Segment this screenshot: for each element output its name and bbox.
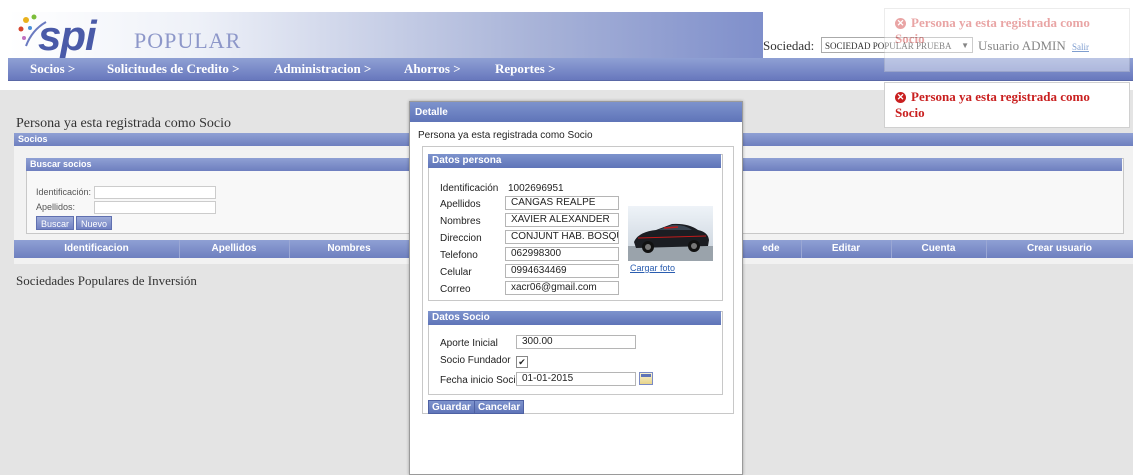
error-toast: ✕ Persona ya esta registrada como Socio [884, 82, 1130, 128]
buscar-button[interactable]: Buscar [36, 216, 75, 230]
column-header[interactable]: Identificacion [14, 240, 180, 258]
logo-spi-text: spi [38, 12, 97, 59]
menu-ahorros[interactable]: Ahorros > [404, 61, 461, 77]
dialog-title[interactable]: Detalle [410, 102, 742, 122]
error-icon: ✕ [895, 92, 906, 103]
identificacion-search-row: Identificación: [36, 186, 216, 199]
footer-text: Sociedades Populares de Inversión [16, 273, 197, 288]
column-header[interactable]: Editar [801, 240, 892, 258]
person-photo [628, 206, 713, 261]
toast-message: Persona ya esta registrada como Socio [895, 89, 1090, 120]
guardar-button[interactable]: Guardar [428, 400, 475, 414]
fecha-inicio-label: Fecha inicio Socio [440, 375, 522, 386]
identificacion-value: 1002696951 [508, 183, 564, 194]
error-toast-faded: ✕ Persona ya esta registrada como Socio [884, 8, 1130, 72]
apellidos-search-input[interactable] [94, 201, 216, 214]
cargar-foto-link[interactable]: Cargar foto [630, 263, 675, 273]
direccion-input[interactable]: CONJUNT HAB. BOSQUE D [505, 230, 619, 244]
celular-input[interactable]: 0994634469 [505, 264, 619, 278]
identificacion-search-input[interactable] [94, 186, 216, 199]
correo-label: Correo [440, 284, 471, 295]
apellidos-input[interactable]: CANGAS REALPE [505, 196, 619, 210]
cancelar-button[interactable]: Cancelar [474, 400, 525, 414]
fecha-inicio-input[interactable]: 01-01-2015 [516, 372, 636, 386]
celular-label: Celular [440, 267, 472, 278]
menu-solicitudes-credito[interactable]: Solicitudes de Credito > [107, 61, 239, 77]
nombres-label: Nombres [440, 216, 481, 227]
apellidos-label: Apellidos [440, 199, 481, 210]
identificacion-search-label: Identificación: [36, 187, 92, 197]
column-header[interactable]: Nombres [289, 240, 410, 258]
menu-administracion[interactable]: Administracion > [274, 61, 371, 77]
socio-fundador-checkbox[interactable]: ✔ [516, 356, 528, 368]
datos-persona-header: Datos persona [428, 154, 721, 168]
app-logo: spi POPULAR [16, 12, 276, 59]
detalle-dialog: Detalle Persona ya esta registrada como … [409, 101, 743, 475]
column-header[interactable]: Crear usuario [986, 240, 1133, 258]
socio-fundador-label: Socio Fundador [440, 355, 511, 366]
aporte-inicial-label: Aporte Inicial [440, 338, 498, 349]
logo-popular-text: POPULAR [134, 28, 242, 53]
page-message: Persona ya esta registrada como Socio [16, 116, 231, 131]
menu-reportes[interactable]: Reportes > [495, 61, 555, 77]
aporte-inicial-input[interactable]: 300.00 [516, 335, 636, 349]
error-icon: ✕ [895, 18, 906, 29]
calendar-icon[interactable] [639, 372, 653, 385]
apellidos-search-row: Apellidos: [36, 201, 216, 214]
telefono-input[interactable]: 062998300 [505, 247, 619, 261]
menu-socios[interactable]: Socios > [30, 61, 75, 77]
correo-input[interactable]: xacr06@gmail.com [505, 281, 619, 295]
identificacion-label: Identificación [440, 183, 499, 194]
sociedad-label: Sociedad: [763, 38, 815, 53]
column-header[interactable]: Apellidos [179, 240, 290, 258]
column-header[interactable]: Cuenta [891, 240, 987, 258]
dialog-message: Persona ya esta registrada como Socio [418, 130, 593, 141]
nombres-input[interactable]: XAVIER ALEXANDER [505, 213, 619, 227]
nuevo-button[interactable]: Nuevo [76, 216, 113, 230]
toast-message: Persona ya esta registrada como Socio [895, 15, 1090, 46]
telefono-label: Telefono [440, 250, 478, 261]
direccion-label: Direccion [440, 233, 482, 244]
apellidos-search-label: Apellidos: [36, 202, 76, 212]
column-header[interactable]: ede [741, 240, 802, 258]
datos-socio-header: Datos Socio [428, 311, 721, 325]
